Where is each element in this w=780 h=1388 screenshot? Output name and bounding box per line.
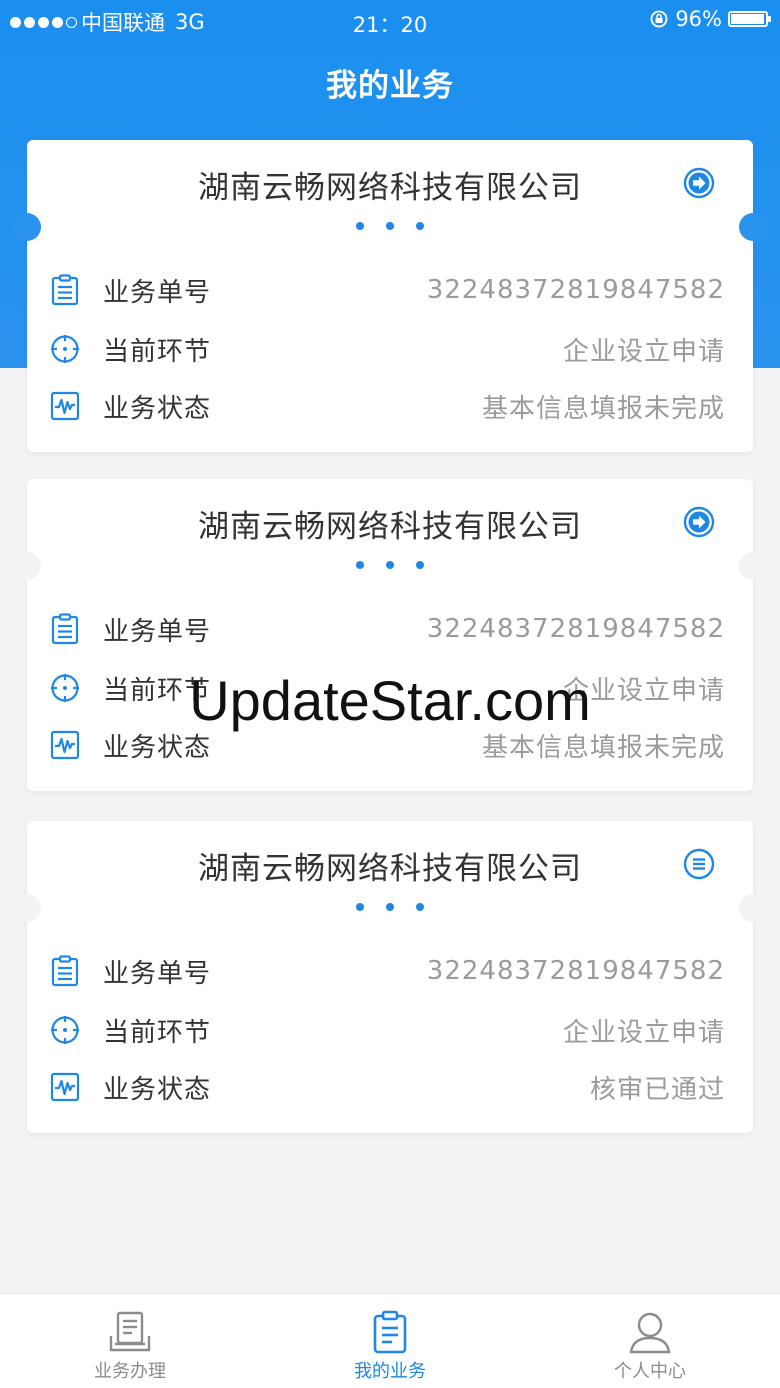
target-icon xyxy=(49,1014,81,1046)
row-label: 当前环节 xyxy=(103,336,212,367)
tab-business-handle[interactable]: 业务办理 xyxy=(0,1294,260,1388)
info-row-business-status: 业务状态 基本信息填报未完成 xyxy=(49,725,725,765)
status-bar: 中国联通 3G 21：20 96% xyxy=(0,0,780,40)
tab-my-business[interactable]: 我的业务 xyxy=(260,1294,520,1388)
tab-bar: 业务办理 我的业务 个人中心 xyxy=(0,1293,780,1388)
clipboard-icon xyxy=(373,1310,407,1354)
card-divider-dots xyxy=(27,903,753,911)
row-label: 业务单号 xyxy=(103,616,212,647)
row-value: 基本信息填报未完成 xyxy=(481,393,725,424)
row-value: 企业设立申请 xyxy=(562,336,725,367)
user-icon xyxy=(629,1312,671,1354)
info-row-business-status: 业务状态 核审已通过 xyxy=(49,1067,725,1107)
battery-percent: 96% xyxy=(675,7,722,31)
tab-label: 个人中心 xyxy=(614,1361,686,1382)
row-label: 当前环节 xyxy=(103,1017,212,1048)
business-card[interactable]: 湖南云畅网络科技有限公司业务单号 32248372819847582 当前环节 企业设… xyxy=(13,479,767,791)
page-title: 我的业务 xyxy=(326,68,454,104)
business-card[interactable]: 湖南云畅网络科技有限公司业务单号 32248372819847582 当前环节 企业设… xyxy=(13,140,767,452)
info-row-current-step: 当前环节 企业设立申请 xyxy=(49,1010,725,1050)
card-action-button[interactable] xyxy=(683,848,715,880)
tab-label: 我的业务 xyxy=(354,1361,426,1382)
company-name: 湖南云畅网络科技有限公司 xyxy=(198,170,582,206)
list-circle-icon xyxy=(683,848,715,880)
info-row-business-status: 业务状态 基本信息填报未完成 xyxy=(49,386,725,426)
row-label: 业务状态 xyxy=(103,393,212,424)
info-row-business-no: 业务单号 32248372819847582 xyxy=(49,609,725,649)
battery-icon xyxy=(728,11,771,27)
document-icon xyxy=(49,955,81,987)
status-chart-icon xyxy=(49,1071,81,1103)
tab-personal-center[interactable]: 个人中心 xyxy=(520,1294,780,1388)
company-name: 湖南云畅网络科技有限公司 xyxy=(198,509,582,545)
row-label: 当前环节 xyxy=(103,675,212,706)
row-label: 业务单号 xyxy=(103,958,212,989)
target-icon xyxy=(49,672,81,704)
arrow-right-circle-icon xyxy=(683,506,715,538)
row-value: 32248372819847582 xyxy=(426,956,725,986)
document-icon xyxy=(49,613,81,645)
info-row-current-step: 当前环节 企业设立申请 xyxy=(49,668,725,708)
business-card[interactable]: 湖南云畅网络科技有限公司业务单号 32248372819847582 当前环节 企业设… xyxy=(13,821,767,1133)
row-label: 业务状态 xyxy=(103,732,212,763)
status-chart-icon xyxy=(49,390,81,422)
company-name: 湖南云畅网络科技有限公司 xyxy=(198,851,582,887)
document-icon xyxy=(49,274,81,306)
card-action-button[interactable] xyxy=(683,506,715,538)
row-value: 企业设立申请 xyxy=(562,1017,725,1048)
info-row-current-step: 当前环节 企业设立申请 xyxy=(49,329,725,369)
row-value: 32248372819847582 xyxy=(426,614,725,644)
info-row-business-no: 业务单号 32248372819847582 xyxy=(49,951,725,991)
row-value: 企业设立申请 xyxy=(562,675,725,706)
status-chart-icon xyxy=(49,729,81,761)
card-divider-dots xyxy=(27,561,753,569)
row-value: 核审已通过 xyxy=(589,1074,725,1105)
rotation-lock-icon xyxy=(650,10,668,28)
card-divider-dots xyxy=(27,222,753,230)
tab-label: 业务办理 xyxy=(94,1361,166,1382)
row-value: 基本信息填报未完成 xyxy=(481,732,725,763)
card-action-button[interactable] xyxy=(683,167,715,199)
row-label: 业务单号 xyxy=(103,277,212,308)
business-handle-icon xyxy=(109,1311,151,1352)
arrow-right-circle-icon xyxy=(683,167,715,199)
row-value: 32248372819847582 xyxy=(426,275,725,305)
info-row-business-no: 业务单号 32248372819847582 xyxy=(49,270,725,310)
target-icon xyxy=(49,333,81,365)
row-label: 业务状态 xyxy=(103,1074,212,1105)
